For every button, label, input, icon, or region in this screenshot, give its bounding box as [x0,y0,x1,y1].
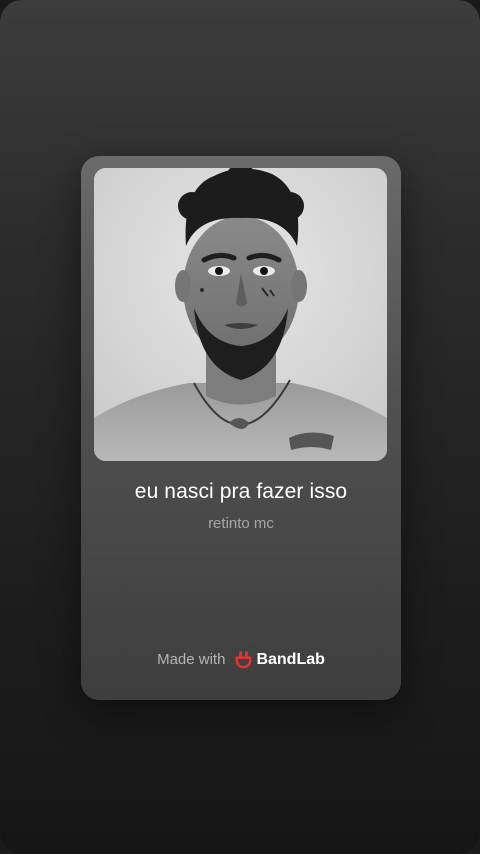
cover-art-image [94,168,387,461]
track-title: eu nasci pra fazer isso [134,480,348,503]
bandlab-icon [236,651,252,669]
made-with-bandlab[interactable]: Made with BandLab [81,650,401,669]
made-with-label: Made with [157,651,226,668]
track-card[interactable]: eu nasci pra fazer isso retinto mc Made … [81,156,401,700]
share-screen: eu nasci pra fazer isso retinto mc Made … [0,0,480,854]
bandlab-logo: BandLab [234,650,325,669]
artist-name[interactable]: retinto mc [81,515,401,532]
brand-name: BandLab [256,650,325,668]
